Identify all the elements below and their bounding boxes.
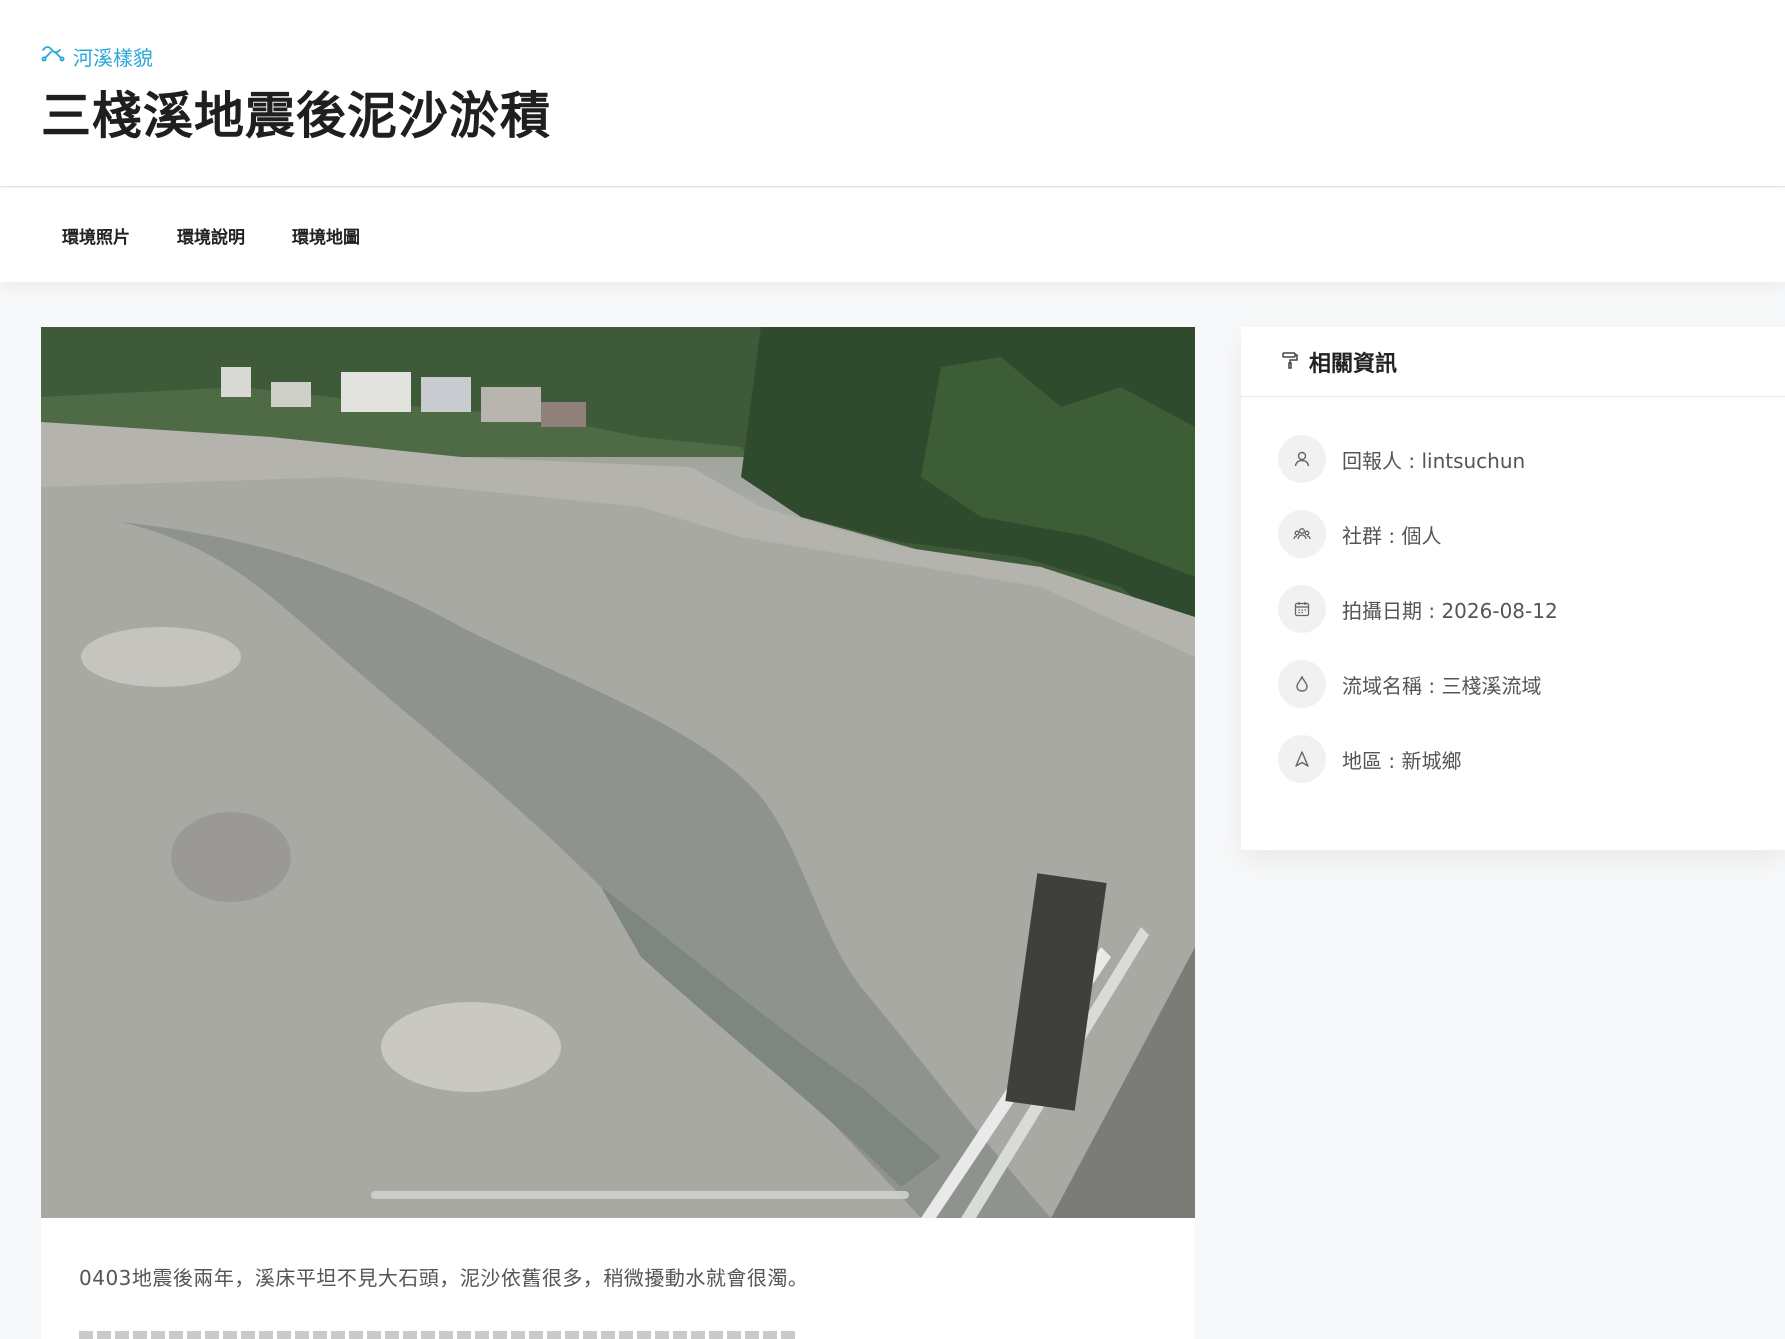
info-header: 相關資訊 (1241, 327, 1785, 397)
photo-description: 0403地震後兩年，溪床平坦不見大石頭，泥沙依舊很多，稍微擾動水就會很濁。 (79, 1266, 809, 1290)
info-title: 相關資訊 (1309, 351, 1398, 377)
related-info-card: 相關資訊 回報人 : lintsuchun 社群: 個人 拍攝日期: 202… (1241, 327, 1785, 850)
photo-slider-indicator[interactable] (371, 1191, 909, 1199)
tab-map[interactable]: 環境地圖 (292, 223, 360, 248)
group-icon (1278, 510, 1326, 558)
description-continuation (79, 1327, 799, 1339)
info-item-basin: 流域名稱 : 三棧溪流域 (1278, 659, 1558, 709)
environment-photo[interactable] (41, 327, 1195, 1218)
tab-bar: 環境照片 環境說明 環境地圖 (0, 188, 1785, 282)
category-link[interactable]: 河溪樣貌 (41, 42, 153, 71)
photo-card: 0403地震後兩年，溪床平坦不見大石頭，泥沙依舊很多，稍微擾動水就會很濁。 (41, 327, 1195, 1339)
info-reporter: 回報人 : lintsuchun (1342, 448, 1526, 473)
river-icon (41, 44, 65, 69)
water-drop-icon (1278, 660, 1326, 708)
tab-photos[interactable]: 環境照片 (62, 223, 130, 248)
info-item-reporter: 回報人 : lintsuchun (1278, 434, 1558, 484)
calendar-icon (1278, 585, 1326, 633)
photo-illustration (41, 327, 1195, 1218)
info-community: 社群 : 個人 (1342, 523, 1442, 548)
info-list: 回報人 : lintsuchun 社群 : 個人 拍攝日期: 2026-08-… (1278, 434, 1558, 809)
tab-description[interactable]: 環境說明 (177, 223, 245, 248)
info-item-community: 社群 : 個人 (1278, 509, 1558, 559)
info-basin: 流域名稱 : 三棧溪流域 (1342, 673, 1542, 698)
info-item-region: 地區 : 新城鄉 (1278, 734, 1558, 784)
page-title: 三棧溪地震後泥沙淤積 (41, 87, 551, 145)
info-region: 地區 : 新城鄉 (1342, 748, 1462, 773)
user-icon (1278, 435, 1326, 483)
page-header: 河溪樣貌 三棧溪地震後泥沙淤積 (0, 0, 1785, 187)
paint-roller-icon (1281, 351, 1299, 373)
category-label: 河溪樣貌 (73, 46, 153, 70)
info-item-date: 拍攝日期 : 2026-08-12 (1278, 584, 1558, 634)
navigation-icon (1278, 735, 1326, 783)
info-date: 拍攝日期 : 2026-08-12 (1342, 598, 1558, 623)
